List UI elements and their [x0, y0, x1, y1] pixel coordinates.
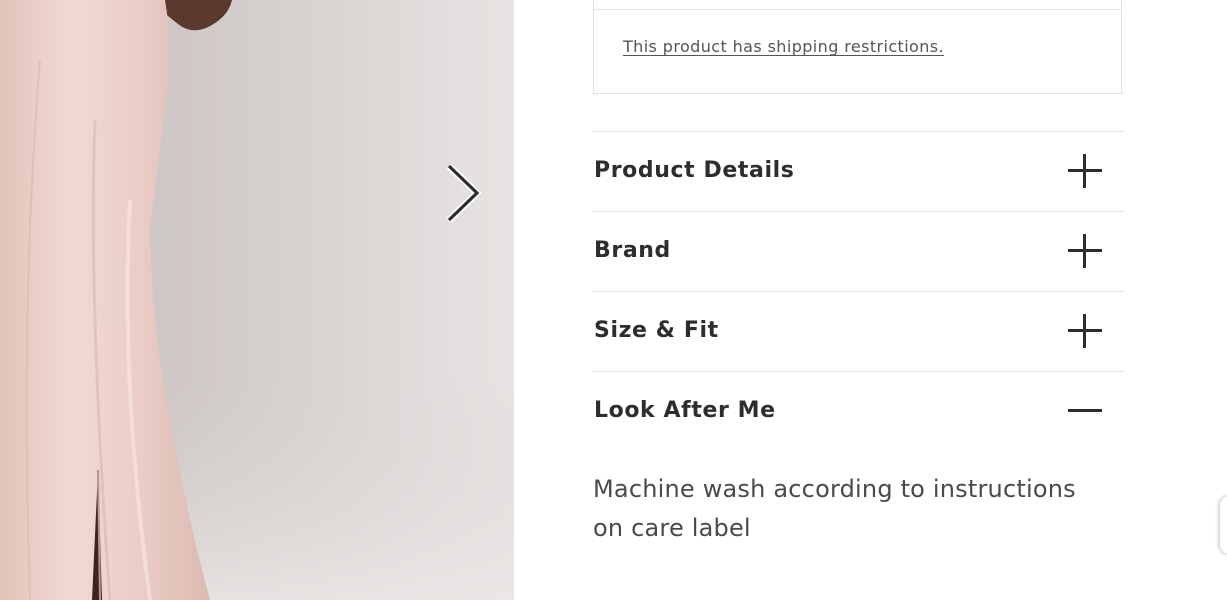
accordion-title: Product Details — [594, 158, 795, 183]
delivery-info-box: This product has shipping restrictions. — [593, 0, 1122, 94]
accordion-title: Brand — [594, 238, 671, 263]
divider — [594, 9, 1121, 10]
plus-icon — [1068, 154, 1102, 188]
shipping-restrictions-link[interactable]: This product has shipping restrictions. — [623, 37, 944, 56]
plus-icon — [1068, 234, 1102, 268]
minus-icon — [1068, 394, 1102, 428]
product-info-accordion: Product Details Brand Size & Fit Look Af… — [593, 131, 1124, 451]
accordion-item-look-after-me[interactable]: Look After Me — [593, 371, 1124, 451]
product-image-gallery[interactable] — [0, 0, 514, 600]
product-page: This product has shipping restrictions. … — [0, 0, 1227, 600]
accordion-item-product-details[interactable]: Product Details — [593, 131, 1124, 211]
accordion-title: Look After Me — [594, 398, 776, 423]
accordion-item-brand[interactable]: Brand — [593, 211, 1124, 291]
accordion-title: Size & Fit — [594, 318, 719, 343]
gallery-next-button[interactable] — [436, 160, 490, 226]
look-after-me-content: Machine wash according to instructions o… — [593, 475, 1076, 542]
accordion-item-size-fit[interactable]: Size & Fit — [593, 291, 1124, 371]
product-image — [0, 0, 514, 600]
plus-icon — [1068, 314, 1102, 348]
floating-chat-widget[interactable] — [1220, 496, 1227, 554]
chevron-right-icon — [446, 163, 483, 223]
